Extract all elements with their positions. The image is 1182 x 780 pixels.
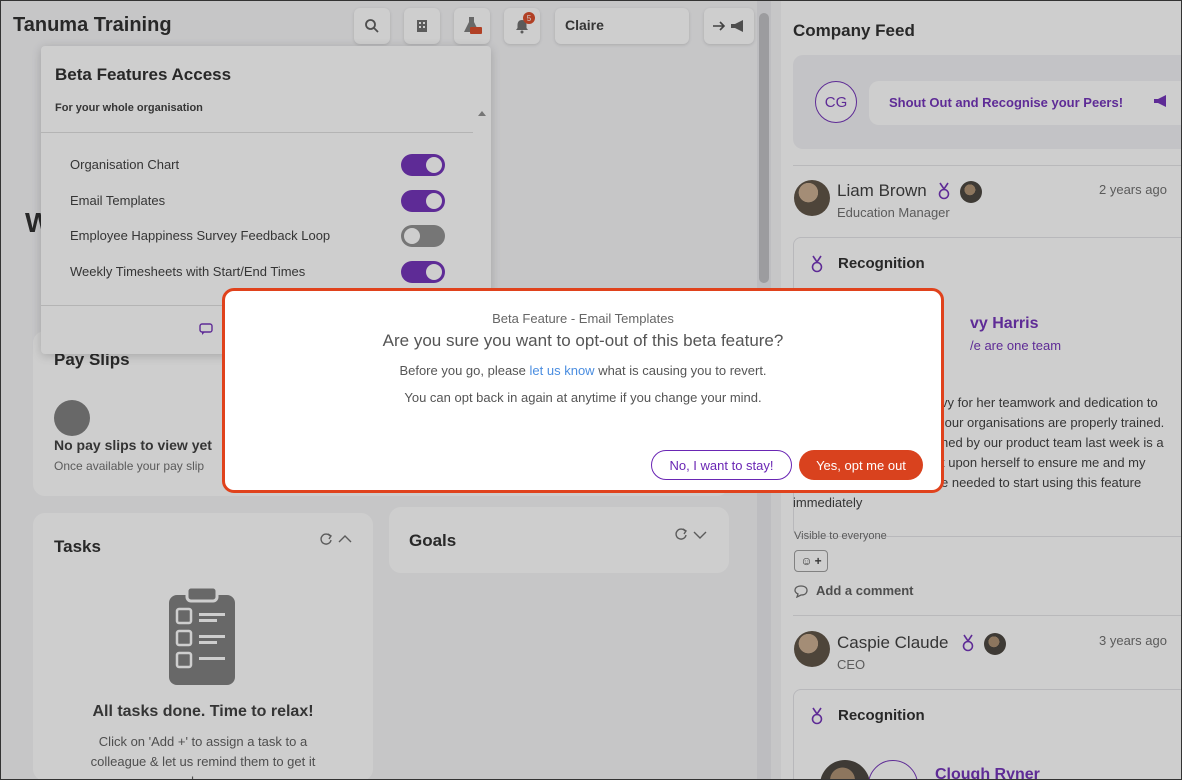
dialog-line-2: You can opt back in again at anytime if … (404, 390, 762, 405)
dialog-eyebrow: Beta Feature - Email Templates (492, 311, 674, 326)
feedback-link[interactable]: let us know (530, 363, 595, 378)
stay-button[interactable]: No, I want to stay! (651, 450, 792, 480)
app-window: Tanuma Training 5 Claire W Pay Slips No … (0, 0, 1182, 780)
dialog-line-1: Before you go, please let us know what i… (399, 363, 767, 378)
opt-out-confirm-dialog: Beta Feature - Email Templates Are you s… (222, 288, 944, 493)
opt-out-button[interactable]: Yes, opt me out (799, 450, 923, 480)
dialog-title: Are you sure you want to opt-out of this… (382, 331, 784, 350)
